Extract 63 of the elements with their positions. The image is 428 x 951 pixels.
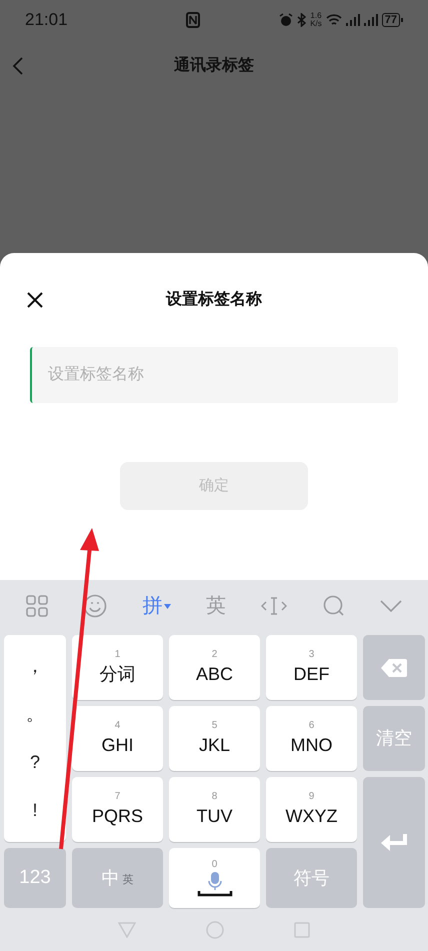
enter-key[interactable] <box>363 777 425 908</box>
key-digit: 4 <box>114 720 120 732</box>
text-cursor-icon[interactable] <box>261 596 288 616</box>
back-icon[interactable] <box>12 56 24 76</box>
punctuation-key[interactable]: ! <box>4 796 66 824</box>
collapse-icon[interactable] <box>380 600 402 612</box>
key-digit: 6 <box>308 720 314 732</box>
key[interactable]: 5 JKL <box>169 706 260 771</box>
punctuation-key[interactable]: ， <box>4 653 66 680</box>
key[interactable]: 3 DEF <box>266 635 357 700</box>
key[interactable]: 4 GHI <box>72 706 163 771</box>
microphone-space-icon <box>196 871 234 897</box>
signal-icon <box>346 14 360 26</box>
key[interactable]: 9 WXYZ <box>266 777 357 842</box>
key-letters: JKL <box>198 734 230 756</box>
emoji-icon[interactable] <box>83 594 108 618</box>
key-letters: PQRS <box>92 804 143 828</box>
key-digit: 3 <box>308 648 314 660</box>
bluetooth-icon <box>297 13 306 27</box>
signal-icon <box>364 14 378 26</box>
key-letters: 分词 <box>100 662 136 686</box>
back-triangle-icon[interactable] <box>118 922 136 938</box>
backspace-icon <box>381 658 407 676</box>
close-icon[interactable] <box>27 292 43 308</box>
key-digit: 7 <box>114 790 120 802</box>
language-primary: 中 <box>102 866 120 890</box>
key-letters: GHI <box>101 734 134 756</box>
recents-square-icon[interactable] <box>294 922 310 938</box>
alarm-icon <box>279 13 294 27</box>
key[interactable]: 6 MNO <box>266 706 357 771</box>
home-circle-icon[interactable] <box>206 920 224 938</box>
name-input-field[interactable]: 设置标签名称 <box>30 347 398 403</box>
dialog-title: 设置标签名称 <box>166 290 262 310</box>
key-digit: 9 <box>308 790 314 802</box>
nfc-icon <box>186 12 200 28</box>
net-unit: K/s <box>310 20 322 28</box>
search-icon[interactable] <box>322 595 345 617</box>
status-time: 21:01 <box>25 9 68 32</box>
key-digit: 0 <box>212 859 218 871</box>
wifi-icon <box>326 14 342 26</box>
key[interactable]: 7 PQRS <box>72 777 163 842</box>
key-digit: 8 <box>212 790 218 802</box>
language-secondary: 英 <box>122 872 134 888</box>
page-title: 通讯录标签 <box>174 55 254 76</box>
grid-icon[interactable] <box>26 595 48 617</box>
enter-icon <box>381 832 407 852</box>
key[interactable]: 2 ABC <box>169 635 260 700</box>
key-digit: 1 <box>114 648 120 660</box>
key-digit: 2 <box>212 648 218 660</box>
net-speed: 1.6 <box>310 12 322 20</box>
key-letters: DEF <box>294 662 330 686</box>
key[interactable]: 8 TUV <box>169 777 260 842</box>
key-letters: MNO <box>290 734 332 756</box>
key-digit: 5 <box>212 720 218 732</box>
key-letters: ABC <box>196 662 233 686</box>
battery-level: 77 <box>382 13 400 27</box>
delete-key[interactable] <box>363 635 425 700</box>
punctuation-key[interactable]: 。 <box>4 701 66 728</box>
punctuation-key[interactable]: ? <box>4 748 66 776</box>
dropdown-icon <box>164 604 171 608</box>
key-letters: TUV <box>196 804 232 828</box>
key[interactable]: 1 分词 <box>72 635 163 700</box>
key-letters: WXYZ <box>286 804 338 828</box>
